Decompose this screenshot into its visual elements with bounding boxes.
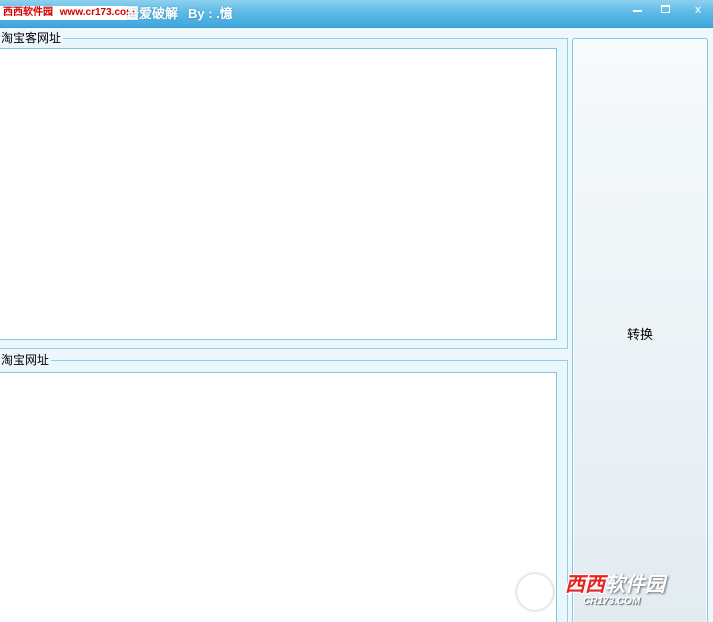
minimize-icon bbox=[632, 10, 642, 12]
close-icon: x bbox=[694, 2, 702, 16]
convert-button-label: 转换 bbox=[626, 327, 653, 343]
taobaoke-url-input[interactable] bbox=[0, 48, 557, 340]
minimize-button[interactable] bbox=[623, 0, 651, 18]
logo-brand-red: 西西 bbox=[565, 574, 605, 596]
maximize-button[interactable] bbox=[651, 0, 679, 18]
window-author: By : .憶 bbox=[188, 6, 233, 21]
taobaoke-url-label: 淘宝客网址 bbox=[0, 31, 64, 45]
maximize-icon bbox=[660, 5, 670, 13]
logo-watermark: 西西软件园 CR173.COM bbox=[513, 572, 693, 612]
watermark-site-name: 西西软件园 bbox=[3, 7, 53, 18]
logo-brand: 西西软件园 bbox=[565, 574, 665, 596]
site-watermark: 西西软件园 www.cr173.com bbox=[0, 6, 139, 20]
convert-button[interactable]: 转换 bbox=[572, 38, 708, 622]
close-button[interactable]: x bbox=[684, 0, 712, 18]
title-bar[interactable]: 西西软件园 www.cr173.com 吾爱破解 By : .憶 x bbox=[0, 0, 713, 28]
window-title: 吾爱破解 By : .憶 bbox=[126, 5, 233, 23]
taobao-url-output[interactable] bbox=[0, 372, 557, 622]
taobao-url-label: 淘宝网址 bbox=[0, 353, 52, 367]
logo-domain: CR173.COM bbox=[583, 596, 641, 607]
taobao-url-group: 淘宝网址 bbox=[0, 353, 568, 622]
taobaoke-url-group: 淘宝客网址 bbox=[0, 31, 568, 349]
logo-c-icon bbox=[517, 574, 553, 610]
window-title-text: 吾爱破解 bbox=[126, 6, 179, 21]
watermark-site-url: www.cr173.com bbox=[59, 7, 136, 18]
logo-brand-white: 软件园 bbox=[605, 574, 665, 596]
